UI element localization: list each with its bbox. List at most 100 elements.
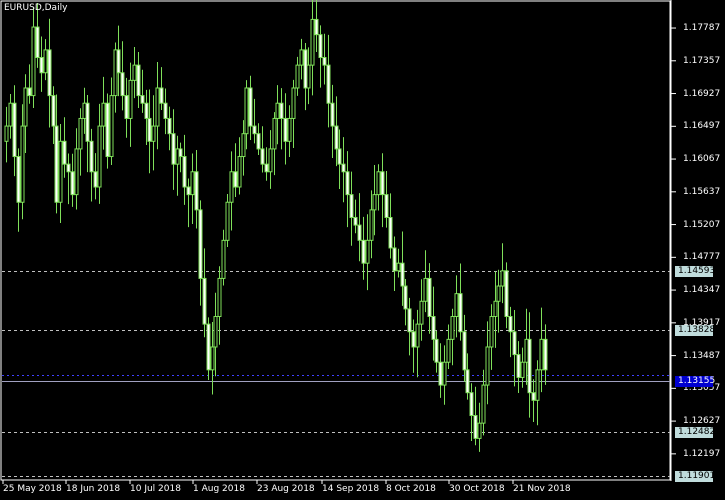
candle	[407, 297, 412, 356]
candle-body	[105, 102, 110, 158]
candle	[272, 112, 277, 176]
candle-body	[221, 239, 226, 279]
candle	[124, 77, 129, 138]
candle-body	[357, 224, 362, 241]
candle-body	[314, 18, 319, 36]
candle-body	[473, 415, 478, 439]
candle-body	[248, 87, 253, 127]
chart-window[interactable]: EURUSD,Daily 1.17787 1.17357 1.16927 1.1649…	[0, 0, 725, 500]
candle	[151, 95, 156, 171]
candle	[132, 47, 137, 99]
candle	[283, 93, 288, 165]
candle	[27, 64, 32, 104]
candle-body	[198, 209, 203, 279]
candle-body	[508, 316, 513, 333]
candle-body	[411, 331, 416, 348]
candle-body	[341, 163, 346, 173]
time-tick-label: 8 Oct 2018	[386, 484, 436, 494]
level-label: 1.11901	[675, 471, 715, 482]
candlestick-plot[interactable]	[0, 0, 725, 500]
candle	[229, 151, 234, 231]
candle	[233, 143, 238, 197]
price-tick-label: 1.14347	[683, 285, 721, 296]
candle-body	[213, 316, 218, 348]
candle	[287, 105, 292, 157]
candle-body	[353, 216, 358, 226]
candle-body	[543, 338, 548, 371]
candle	[136, 51, 141, 109]
candle-body	[496, 285, 501, 302]
candle-body	[283, 117, 288, 142]
candle	[120, 41, 125, 111]
candle-body	[434, 338, 439, 363]
candle	[291, 79, 296, 149]
price-tick-label: 1.17787	[683, 23, 721, 34]
candle-body	[438, 361, 443, 386]
candle-body	[345, 171, 350, 196]
candle-body	[109, 95, 114, 158]
candle	[392, 236, 397, 291]
candle-body	[376, 171, 381, 196]
candle	[43, 39, 48, 81]
candle	[330, 84, 335, 158]
candle-body	[384, 194, 389, 218]
time-tick-label: 14 Sep 2018	[322, 484, 380, 494]
candle	[93, 153, 98, 200]
candle	[194, 150, 199, 229]
candle-body	[27, 87, 32, 97]
candle-body	[318, 34, 323, 59]
candle	[89, 128, 94, 202]
candle-body	[8, 102, 13, 127]
candle-body	[365, 239, 370, 264]
candle	[252, 98, 257, 144]
candle-body	[210, 346, 215, 371]
candle-body	[140, 95, 145, 104]
candle-body	[128, 79, 133, 119]
candle-body	[260, 148, 265, 165]
price-levels	[2, 271, 670, 477]
candle-body	[423, 277, 428, 302]
candle-body	[101, 102, 106, 127]
candle	[512, 309, 517, 387]
candle	[365, 214, 370, 291]
candle	[217, 266, 222, 345]
candle-body	[326, 64, 331, 104]
candle-body	[202, 277, 207, 325]
candle	[380, 153, 385, 228]
price-tick-label: 1.17357	[683, 55, 721, 66]
candle	[299, 38, 304, 80]
bid-label: 1.13155	[675, 376, 715, 387]
candle	[527, 312, 532, 418]
candle	[357, 193, 362, 262]
candle	[4, 106, 9, 163]
candle-body	[516, 354, 521, 378]
candle-body	[124, 95, 129, 119]
candle-body	[217, 277, 222, 318]
candle-body	[520, 361, 525, 378]
candle	[31, 7, 36, 108]
candle-body	[54, 125, 59, 203]
candle-body	[287, 117, 292, 142]
candle	[496, 269, 501, 333]
candle-body	[167, 117, 172, 135]
candle	[186, 178, 191, 228]
candle	[531, 379, 536, 423]
candle-body	[116, 49, 121, 74]
candle	[78, 108, 83, 176]
candle	[74, 128, 79, 210]
candle-body	[244, 87, 249, 135]
candle-body	[275, 102, 280, 119]
candle-body	[322, 57, 327, 66]
candle	[206, 317, 211, 381]
candle-body	[93, 171, 98, 188]
candle	[248, 75, 253, 141]
candle-body	[531, 392, 536, 401]
candle-body	[256, 133, 261, 150]
candle	[353, 199, 358, 234]
candle	[539, 307, 544, 393]
candle	[415, 309, 420, 378]
candle	[260, 126, 265, 173]
candle-body	[539, 338, 544, 371]
candle-body	[144, 102, 149, 119]
candle-body	[206, 323, 211, 371]
